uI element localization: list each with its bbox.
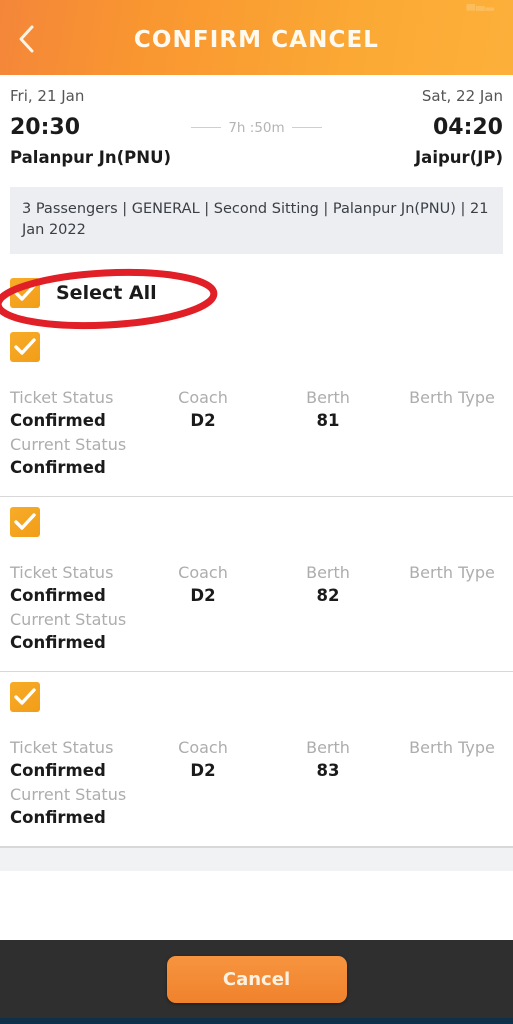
berth-type-label: Berth Type	[409, 563, 495, 583]
berth-column: Berth 81	[287, 386, 369, 433]
coach-column: Coach D2	[162, 561, 244, 608]
system-navigation-strip	[0, 1018, 513, 1024]
bottom-action-bar: Cancel	[0, 940, 513, 1018]
berth-value: 81	[316, 411, 340, 431]
passenger-row[interactable]: Ticket Status Confirmed Current Status C…	[0, 322, 513, 498]
current-status-label: Current Status	[10, 785, 127, 805]
back-button[interactable]	[6, 18, 48, 60]
passenger-details-grid: Ticket Status Confirmed Current Status C…	[10, 561, 503, 653]
to-station: Jaipur(JP)	[415, 148, 503, 167]
ticket-status-label: Ticket Status	[10, 563, 114, 583]
berth-column: Berth 83	[287, 736, 369, 783]
passenger-checkbox[interactable]	[10, 507, 40, 538]
current-status-label: Current Status	[10, 610, 127, 630]
select-all-label: Select All	[56, 282, 157, 305]
berth-type-column: Berth Type	[402, 561, 502, 608]
ticket-status-value: Confirmed	[10, 761, 106, 781]
coach-label: Coach	[178, 388, 228, 408]
passenger-details-grid: Ticket Status Confirmed Current Status C…	[10, 736, 503, 828]
ticket-status-label: Ticket Status	[10, 388, 114, 408]
coach-value: D2	[190, 586, 216, 606]
current-status-value: Confirmed	[10, 458, 106, 478]
depart-date: Fri, 21 Jan	[10, 87, 85, 105]
checkmark-icon	[14, 513, 36, 531]
coach-label: Coach	[178, 738, 228, 758]
berth-type-value	[402, 584, 502, 608]
coach-value: D2	[190, 761, 216, 781]
list-bottom-band	[0, 847, 513, 872]
ticket-status-column: Ticket Status Confirmed Current Status C…	[10, 386, 126, 480]
select-all-checkbox[interactable]	[10, 278, 40, 309]
select-all-row[interactable]: Select All	[0, 262, 513, 330]
berth-label: Berth	[306, 388, 350, 408]
checkmark-icon	[14, 284, 36, 302]
ticket-status-label: Ticket Status	[10, 738, 114, 758]
depart-time: 20:30	[10, 115, 81, 140]
coach-column: Coach D2	[162, 386, 244, 433]
berth-type-value	[402, 409, 502, 433]
journey-summary: Fri, 21 Jan Sat, 22 Jan 20:30 7h :50m 04…	[0, 75, 513, 171]
passenger-list: Ticket Status Confirmed Current Status C…	[0, 322, 513, 872]
passenger-row[interactable]: Ticket Status Confirmed Current Status C…	[0, 497, 513, 673]
duration-label: 7h :50m	[228, 119, 285, 136]
passenger-details-grid: Ticket Status Confirmed Current Status C…	[10, 386, 503, 478]
berth-label: Berth	[306, 738, 350, 758]
duration-dash-right	[291, 126, 322, 129]
journey-dates: Fri, 21 Jan Sat, 22 Jan	[10, 87, 503, 105]
booking-summary-bar: 3 Passengers | GENERAL | Second Sitting …	[10, 187, 503, 255]
arrive-time: 04:20	[432, 115, 503, 140]
chevron-left-icon	[18, 24, 36, 54]
berth-type-label: Berth Type	[409, 738, 495, 758]
berth-type-value	[402, 759, 502, 783]
current-status-label: Current Status	[10, 435, 127, 455]
passenger-checkbox[interactable]	[10, 332, 40, 363]
checkmark-icon	[14, 338, 36, 356]
ticket-status-column: Ticket Status Confirmed Current Status C…	[10, 561, 126, 655]
page-title: CONFIRM CANCEL	[133, 26, 380, 53]
arrive-date: Sat, 22 Jan	[421, 87, 503, 105]
ticket-status-value: Confirmed	[10, 411, 106, 431]
checkmark-icon	[14, 688, 36, 706]
coach-value: D2	[190, 411, 216, 431]
current-status-value: Confirmed	[10, 808, 106, 828]
coach-label: Coach	[178, 563, 228, 583]
berth-column: Berth 82	[287, 561, 369, 608]
berth-label: Berth	[306, 563, 350, 583]
journey-stations: Palanpur Jn(PNU) Jaipur(JP)	[10, 148, 503, 167]
berth-type-column: Berth Type	[402, 736, 502, 783]
journey-times: 20:30 7h :50m 04:20	[10, 115, 503, 140]
from-station: Palanpur Jn(PNU)	[10, 148, 172, 167]
confirm-cancel-screen: ▄▃▂ CONFIRM CANCEL Fri, 21 Jan Sat, 22 J…	[0, 0, 513, 1024]
ticket-status-column: Ticket Status Confirmed Current Status C…	[10, 736, 126, 830]
current-status-value: Confirmed	[10, 633, 106, 653]
coach-column: Coach D2	[162, 736, 244, 783]
passenger-row[interactable]: Ticket Status Confirmed Current Status C…	[0, 672, 513, 848]
cancel-button[interactable]: Cancel	[166, 955, 347, 1003]
berth-value: 83	[316, 761, 340, 781]
journey-duration: 7h :50m	[191, 119, 322, 136]
berth-value: 82	[316, 586, 340, 606]
status-bar-fragment: ▄▃▂	[466, 0, 495, 11]
ticket-status-value: Confirmed	[10, 586, 106, 606]
duration-dash-left	[191, 126, 222, 129]
berth-type-column: Berth Type	[402, 386, 502, 433]
berth-type-label: Berth Type	[409, 388, 495, 408]
app-header: ▄▃▂ CONFIRM CANCEL	[0, 0, 513, 75]
passenger-checkbox[interactable]	[10, 682, 40, 713]
